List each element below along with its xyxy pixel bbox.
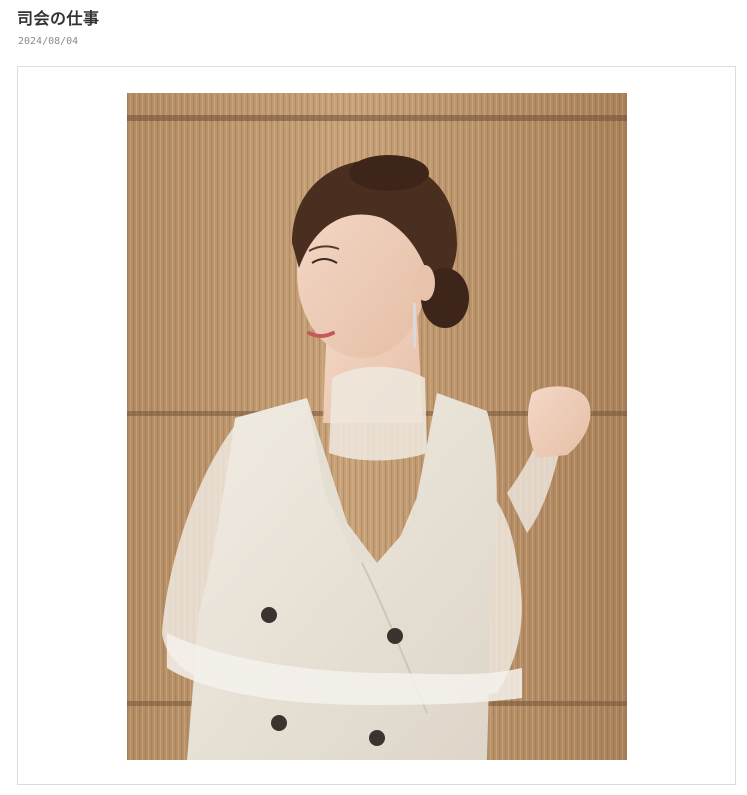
post-date: 2024/08/04 bbox=[18, 36, 79, 47]
photo-illustration bbox=[127, 93, 627, 760]
post-photo[interactable] bbox=[127, 93, 627, 760]
post-title: 司会の仕事 bbox=[17, 9, 100, 28]
